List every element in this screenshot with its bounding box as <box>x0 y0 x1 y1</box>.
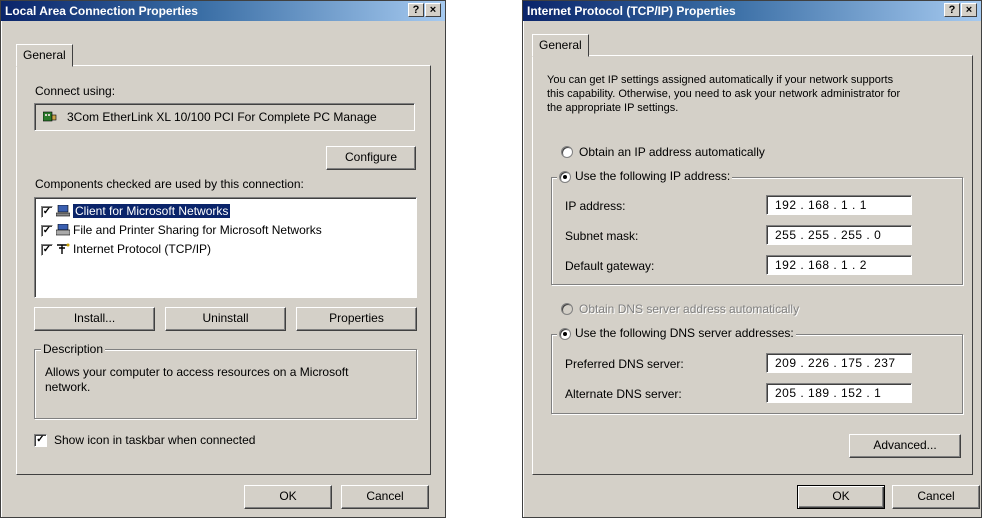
cancel-button-label: Cancel <box>366 489 404 503</box>
default-gateway-field[interactable]: 192 . 168 . 1 . 2 <box>766 255 912 275</box>
advanced-button-label: Advanced... <box>873 438 937 452</box>
list-item[interactable]: ✓ File and Printer Sharing for Microsoft… <box>41 223 401 239</box>
configure-button[interactable]: Configure <box>326 146 416 170</box>
network-client-icon <box>56 205 70 217</box>
use-dns-label[interactable]: Use the following DNS server addresses: <box>575 326 794 340</box>
help-button[interactable]: ? <box>408 3 424 17</box>
cancel-button-label: Cancel <box>917 489 955 503</box>
tab-general[interactable]: General <box>532 34 589 57</box>
connect-using-label: Connect using: <box>35 84 116 98</box>
description-text-line1: Allows your computer to access resources… <box>45 365 349 379</box>
use-dns-option: Use the following DNS server addresses: <box>557 326 796 340</box>
ok-button[interactable]: OK <box>244 485 332 509</box>
adapter-box: 3Com EtherLink XL 10/100 PCI For Complet… <box>34 103 415 131</box>
close-button[interactable]: × <box>425 3 441 17</box>
install-button-label: Install... <box>73 311 116 325</box>
tab-general[interactable]: General <box>16 44 73 67</box>
intro-line2: this capability. Otherwise, you need to … <box>547 88 901 100</box>
use-ip-option: Use the following IP address: <box>557 169 733 183</box>
preferred-dns-field[interactable]: 209 . 226 . 175 . 237 <box>766 353 912 373</box>
list-item[interactable]: ✓ Internet Protocol (TCP/IP) <box>41 242 401 258</box>
local-area-connection-dialog: Local Area Connection Properties ? × Gen… <box>0 0 446 518</box>
tab-general-label: General <box>23 48 66 62</box>
title-bar[interactable]: Internet Protocol (TCP/IP) Properties <box>523 1 981 21</box>
ok-button-label: OK <box>279 489 297 503</box>
component-checkbox[interactable]: ✓ <box>41 225 53 237</box>
description-label: Description <box>41 342 106 356</box>
description-text-line2: network. <box>45 380 91 394</box>
ok-button[interactable]: OK <box>797 485 885 509</box>
use-dns-radio[interactable] <box>559 327 571 340</box>
configure-button-label: Configure <box>344 150 398 164</box>
title-bar[interactable]: Local Area Connection Properties <box>1 1 445 21</box>
obtain-ip-radio[interactable] <box>561 146 573 158</box>
obtain-ip-label[interactable]: Obtain an IP address automatically <box>579 145 765 159</box>
properties-button[interactable]: Properties <box>296 307 417 331</box>
default-gateway-label: Default gateway: <box>565 259 655 273</box>
description-group <box>34 349 417 419</box>
show-icon-label[interactable]: Show icon in taskbar when connected <box>54 433 255 447</box>
component-label: File and Printer Sharing for Microsoft N… <box>73 223 322 237</box>
tcpip-properties-dialog: Internet Protocol (TCP/IP) Properties ? … <box>522 0 982 518</box>
obtain-dns-radio[interactable] <box>561 303 573 315</box>
network-adapter-icon <box>43 111 57 122</box>
help-button[interactable]: ? <box>944 3 960 17</box>
uninstall-button[interactable]: Uninstall <box>165 307 286 331</box>
use-ip-label[interactable]: Use the following IP address: <box>575 169 730 183</box>
tab-general-label: General <box>539 38 582 52</box>
alternate-dns-field[interactable]: 205 . 189 . 152 . 1 <box>766 383 912 403</box>
show-icon-checkbox[interactable]: ✓ <box>34 434 47 447</box>
components-list[interactable]: ✓ Client for Microsoft Networks ✓ File a… <box>34 197 417 298</box>
ip-address-label: IP address: <box>565 199 626 213</box>
list-item[interactable]: ✓ Client for Microsoft Networks <box>41 203 401 220</box>
protocol-icon <box>57 243 70 254</box>
obtain-dns-label[interactable]: Obtain DNS server address automatically <box>579 302 799 316</box>
alternate-dns-label: Alternate DNS server: <box>565 387 682 401</box>
ok-button-label: OK <box>832 489 850 503</box>
install-button[interactable]: Install... <box>34 307 155 331</box>
window-title: Internet Protocol (TCP/IP) Properties <box>527 4 736 18</box>
window-title: Local Area Connection Properties <box>5 4 198 18</box>
subnet-mask-label: Subnet mask: <box>565 229 639 243</box>
intro-line1: You can get IP settings assigned automat… <box>547 74 894 86</box>
advanced-button[interactable]: Advanced... <box>849 434 961 458</box>
component-checkbox[interactable]: ✓ <box>41 244 53 256</box>
component-label: Client for Microsoft Networks <box>71 203 232 219</box>
cancel-button[interactable]: Cancel <box>341 485 429 509</box>
uninstall-button-label: Uninstall <box>202 311 249 325</box>
ip-address-field[interactable]: 192 . 168 . 1 . 1 <box>766 195 912 215</box>
components-label: Components checked are used by this conn… <box>35 177 304 191</box>
preferred-dns-label: Preferred DNS server: <box>565 357 684 371</box>
close-button[interactable]: × <box>961 3 977 17</box>
component-checkbox[interactable]: ✓ <box>41 206 53 218</box>
properties-button-label: Properties <box>329 311 384 325</box>
component-label: Internet Protocol (TCP/IP) <box>73 242 212 256</box>
adapter-name: 3Com EtherLink XL 10/100 PCI For Complet… <box>67 110 377 124</box>
file-printer-sharing-icon <box>56 224 70 236</box>
intro-line3: the appropriate IP settings. <box>547 102 679 114</box>
use-ip-radio[interactable] <box>559 170 571 183</box>
cancel-button[interactable]: Cancel <box>892 485 980 509</box>
subnet-mask-field[interactable]: 255 . 255 . 255 . 0 <box>766 225 912 245</box>
